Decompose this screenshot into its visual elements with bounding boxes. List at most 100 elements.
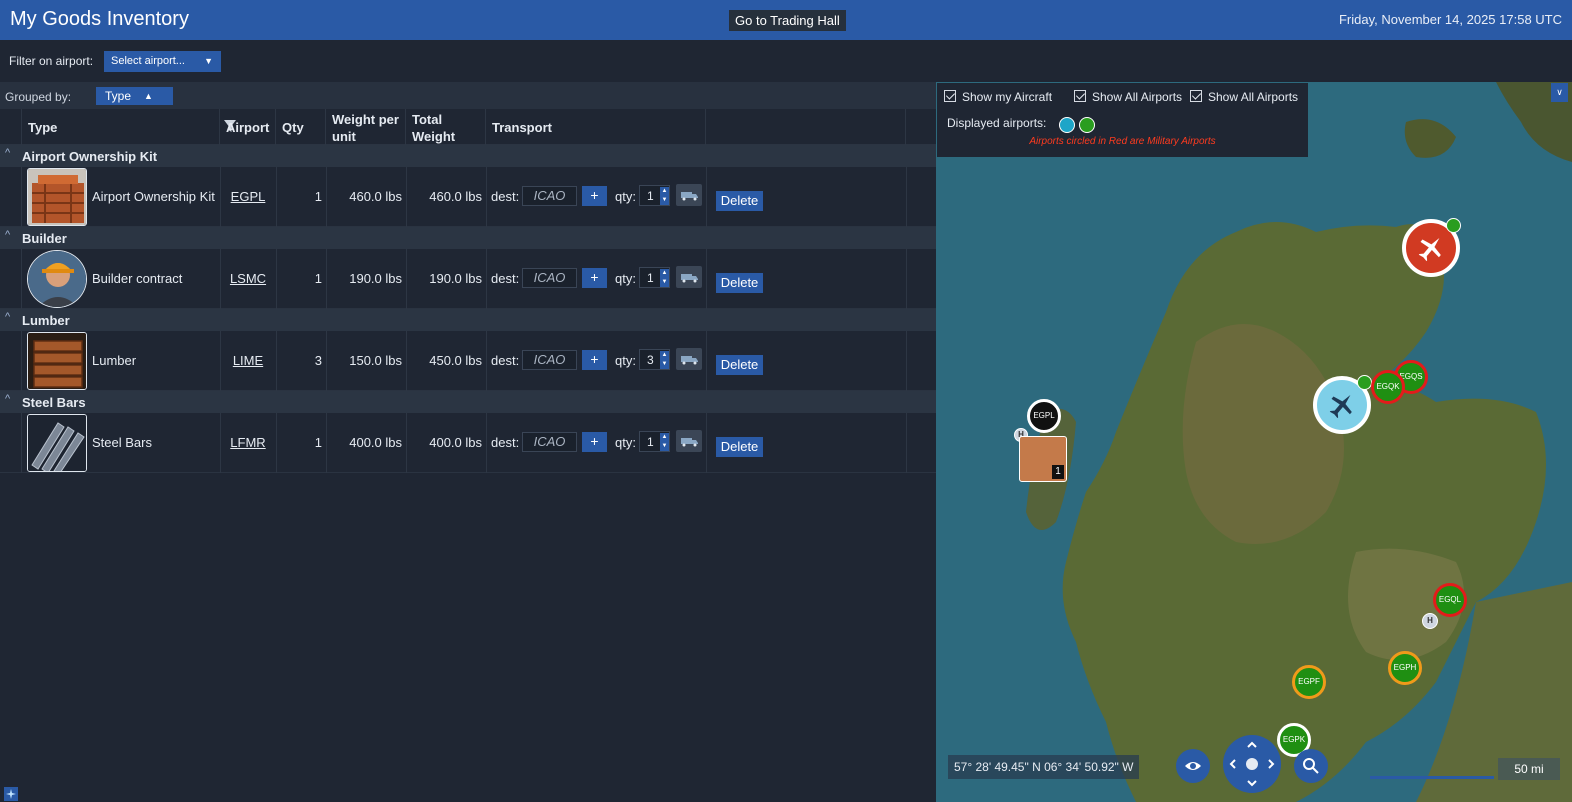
decrement-icon[interactable]: ▼	[660, 278, 669, 287]
truck-icon	[681, 356, 698, 365]
item-name: Airport Ownership Kit	[92, 189, 215, 204]
quantity-stepper[interactable]: 1 ▲ ▼	[639, 267, 670, 288]
add-dest-button[interactable]: +	[582, 186, 607, 206]
show-all-airports-label-2: Show All Airports	[1208, 90, 1299, 104]
show-all-airports-label: Show All Airports	[1092, 90, 1183, 104]
delete-button[interactable]: Delete	[716, 437, 763, 457]
show-my-aircraft-checkbox[interactable]	[944, 90, 956, 102]
airport-marker-egph[interactable]: EGPH	[1388, 651, 1422, 685]
scale-bar	[1370, 776, 1494, 779]
column-header-qty[interactable]: Qty	[276, 109, 326, 145]
group-header-airport-ownership-kit[interactable]: ^ Airport Ownership Kit	[0, 145, 936, 167]
icao-dest-input[interactable]: ICAO	[522, 350, 577, 370]
decrement-icon[interactable]: ▼	[660, 442, 669, 451]
column-header-airport[interactable]: Airport	[220, 109, 276, 145]
transport-button[interactable]	[676, 184, 702, 206]
increment-icon[interactable]: ▲	[660, 433, 669, 442]
weight-per-unit-value: 400.0 lbs	[349, 435, 402, 450]
quantity-value: 1	[647, 189, 654, 203]
airport-link[interactable]: EGPL	[220, 189, 276, 204]
column-weight-per-unit-line2: unit	[332, 129, 356, 144]
delete-button[interactable]: Delete	[716, 273, 763, 293]
page-title: My Goods Inventory	[10, 8, 189, 30]
qty-label: qty:	[615, 189, 636, 204]
sort-ascending-icon[interactable]: ▲	[144, 87, 153, 105]
airport-marker-egpf[interactable]: EGPF	[1292, 665, 1326, 699]
column-total-weight-line1: Total	[412, 112, 443, 127]
chevron-up-icon[interactable]: ^	[5, 229, 10, 241]
transport-button[interactable]	[676, 266, 702, 288]
increment-icon[interactable]: ▲	[660, 269, 669, 278]
chevron-up-icon[interactable]: ^	[5, 311, 10, 323]
quantity-stepper[interactable]: 1 ▲ ▼	[639, 185, 670, 206]
airport-link[interactable]: LFMR	[220, 435, 276, 450]
check-icon	[1357, 375, 1372, 390]
column-header-total-weight[interactable]: Total Weight	[406, 109, 486, 145]
qty-value: 1	[314, 271, 322, 286]
heliport-icon[interactable]: H	[1422, 613, 1438, 629]
add-dest-button[interactable]: +	[582, 432, 607, 452]
transport-button[interactable]	[676, 430, 702, 452]
column-header-type[interactable]: Type	[22, 109, 236, 145]
icao-dest-input[interactable]: ICAO	[522, 186, 577, 206]
legend-green-dot[interactable]	[1079, 117, 1095, 133]
group-by-chip[interactable]: Type ▲	[96, 87, 173, 105]
airport-filter-value: Select airport...	[111, 55, 185, 67]
add-dest-button[interactable]: +	[582, 350, 607, 370]
quantity-stepper[interactable]: 3 ▲ ▼	[639, 349, 670, 370]
airport-marker-egpl[interactable]: EGPL	[1027, 399, 1061, 433]
top-bar: My Goods Inventory Go to Trading Hall Fr…	[0, 0, 1572, 40]
airport-link[interactable]: LIME	[220, 353, 276, 368]
column-type-label: Type	[28, 120, 58, 135]
qty-value: 3	[314, 353, 322, 368]
item-name: Builder contract	[92, 271, 183, 286]
show-all-airports-checkbox-2[interactable]	[1190, 90, 1202, 102]
icao-dest-input[interactable]: ICAO	[522, 432, 577, 452]
weight-per-unit-value: 150.0 lbs	[349, 353, 402, 368]
grouped-by-label: Grouped by:	[5, 90, 72, 104]
column-transport-label: Transport	[492, 120, 552, 135]
group-label: Builder	[22, 231, 67, 246]
add-dest-button[interactable]: +	[582, 268, 607, 288]
qty-label: qty:	[615, 271, 636, 286]
table-header: Type Airport Qty Weight per unit Total Wei…	[0, 109, 936, 145]
collapse-icon[interactable]: ∨	[1551, 83, 1568, 102]
column-header-weight-per-unit[interactable]: Weight per unit	[326, 109, 406, 145]
increment-icon[interactable]: ▲	[660, 351, 669, 360]
legend-blue-dot[interactable]	[1059, 117, 1075, 133]
dest-label: dest:	[491, 271, 520, 286]
airport-link[interactable]: LSMC	[220, 271, 276, 286]
view-toggle-button[interactable]	[1176, 749, 1210, 783]
go-to-trading-hall-button[interactable]: Go to Trading Hall	[729, 10, 846, 31]
group-label: Lumber	[22, 313, 70, 328]
map-layer-controls: Show my Aircraft Show All Airports Show …	[937, 83, 1308, 157]
decrement-icon[interactable]: ▼	[660, 360, 669, 369]
transport-button[interactable]	[676, 348, 702, 370]
map-view[interactable]: Show my Aircraft Show All Airports Show …	[936, 82, 1572, 802]
goods-stack-marker[interactable]: 1	[1019, 436, 1067, 482]
quantity-stepper[interactable]: 1 ▲ ▼	[639, 431, 670, 452]
search-button[interactable]	[1294, 749, 1328, 783]
filter-bar: Filter on airport: Select airport... ▼	[0, 40, 1572, 82]
increment-icon[interactable]: ▲	[660, 187, 669, 196]
chevron-up-icon[interactable]: ^	[5, 393, 10, 405]
pan-arrows-icon	[1229, 741, 1275, 787]
chevron-up-icon[interactable]: ^	[5, 147, 10, 159]
decrement-icon[interactable]: ▼	[660, 196, 669, 205]
show-all-airports-checkbox[interactable]	[1074, 90, 1086, 102]
group-header-steel-bars[interactable]: ^ Steel Bars	[0, 391, 936, 413]
column-weight-per-unit-line1: Weight per	[332, 112, 399, 127]
delete-button[interactable]: Delete	[716, 355, 763, 375]
group-header-lumber[interactable]: ^ Lumber	[0, 309, 936, 331]
map-pan-control[interactable]	[1223, 735, 1281, 793]
scale-label: 50 mi	[1498, 758, 1560, 780]
group-by-bar: Grouped by: Type ▲	[0, 82, 936, 109]
quantity-value: 1	[647, 271, 654, 285]
airport-filter-select[interactable]: Select airport... ▼	[104, 51, 221, 72]
sparkle-icon[interactable]	[4, 787, 18, 801]
delete-button[interactable]: Delete	[716, 191, 763, 211]
airport-marker-egqk[interactable]: EGQK	[1371, 370, 1405, 404]
group-header-builder[interactable]: ^ Builder	[0, 227, 936, 249]
airport-marker-egql[interactable]: EGQL	[1433, 583, 1467, 617]
icao-dest-input[interactable]: ICAO	[522, 268, 577, 288]
